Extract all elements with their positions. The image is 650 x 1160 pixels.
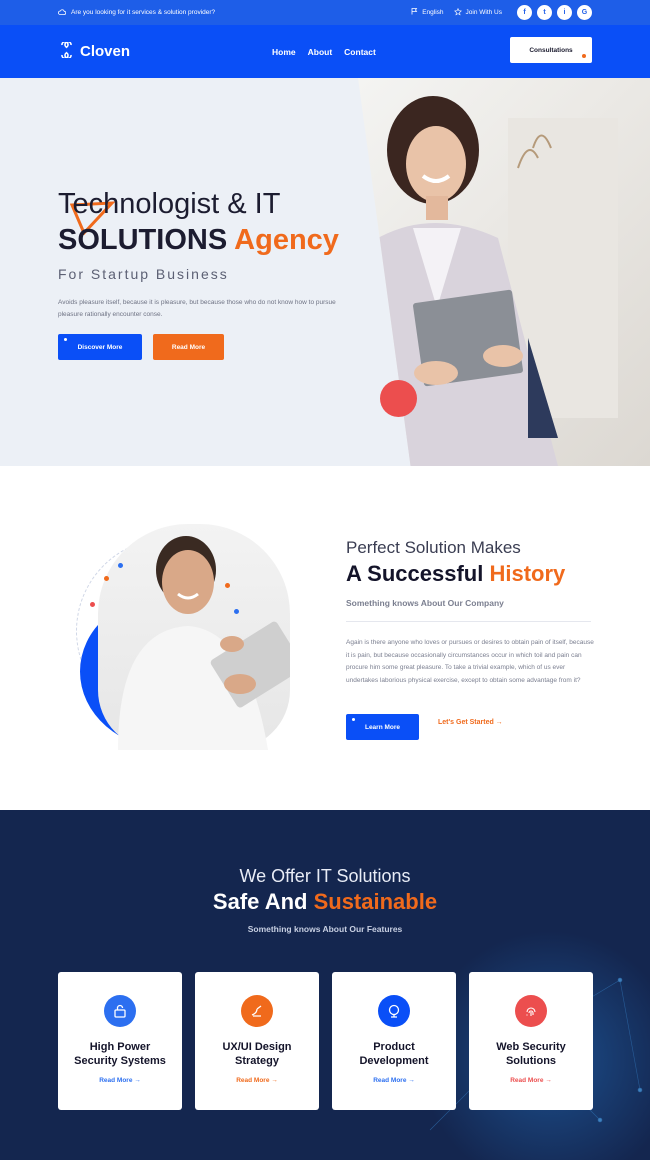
hero-title-line1: Technologist & IT: [58, 188, 281, 220]
hero-subtitle: For Startup Business: [58, 266, 229, 282]
consultations-button[interactable]: Consultations: [510, 37, 592, 63]
decorative-dot: [90, 602, 95, 607]
service-title-line1: Web Security: [496, 1041, 566, 1053]
services-tagline: Something knows About Our Features: [247, 924, 403, 934]
decorative-dot: [64, 338, 67, 341]
service-card-title: High Power Security Systems: [58, 1040, 182, 1068]
services-heading: Safe And Sustainable: [0, 889, 650, 915]
about-heading-light: Perfect Solution Makes: [346, 538, 521, 557]
language-link[interactable]: English: [411, 8, 444, 17]
star-icon: [453, 7, 462, 18]
globe-icon: [378, 995, 410, 1027]
cloud-icon: [58, 8, 67, 17]
decorative-dot: [118, 563, 123, 568]
design-icon: [241, 995, 273, 1027]
decorative-dot: [104, 576, 109, 581]
service-title-line1: UX/UI Design: [222, 1041, 292, 1053]
language-label: English: [422, 9, 444, 16]
about-tagline: Something knows About Our Company: [346, 598, 504, 608]
top-bar: Are you looking for it services & soluti…: [0, 0, 650, 25]
services-section: We Offer IT Solutions Safe And Sustainab…: [0, 810, 650, 1160]
service-card-websecurity[interactable]: Web Security Solutions Read More →: [469, 972, 593, 1110]
decorative-dot: [582, 54, 586, 58]
discover-more-label: Discover More: [77, 343, 123, 351]
service-card-title: Web Security Solutions: [469, 1040, 593, 1068]
decorative-dot: [225, 583, 230, 588]
service-title-line2: Strategy: [234, 1055, 280, 1067]
decorative-dot: [234, 609, 239, 614]
about-paragraph: Again is there anyone who loves or pursu…: [346, 639, 594, 684]
service-title-line1: High Power: [89, 1041, 151, 1053]
service-read-more-link[interactable]: Read More →: [195, 1077, 319, 1084]
service-card-product[interactable]: Product Development Read More →: [332, 972, 456, 1110]
facebook-icon[interactable]: f: [517, 5, 532, 20]
decorative-dot: [352, 718, 355, 721]
hero-paragraph: Avoids pleasure itself, because it is pl…: [58, 299, 336, 318]
service-read-more-link[interactable]: Read More →: [58, 1077, 182, 1084]
discover-more-button[interactable]: Discover More: [58, 334, 142, 360]
service-title-line2: Solutions: [505, 1055, 557, 1067]
service-title-line2: Security Systems: [74, 1055, 166, 1067]
instagram-icon[interactable]: i: [557, 5, 572, 20]
about-heading-dark: A Successful: [346, 561, 484, 586]
service-card-title: UX/UI Design Strategy: [195, 1040, 319, 1068]
join-link[interactable]: Join With Us: [453, 7, 502, 18]
nav-contact[interactable]: Contact: [344, 47, 376, 57]
logo[interactable]: Cloven: [58, 40, 131, 62]
hero-title-dark: SOLUTIONS: [58, 224, 228, 256]
divider: [346, 621, 591, 622]
read-more-button[interactable]: Read More: [153, 334, 224, 360]
top-bar-question: Are you looking for it services & soluti…: [58, 8, 216, 17]
service-title-line2: Development: [359, 1055, 429, 1067]
hero-title-accent: Agency: [234, 224, 339, 256]
join-label: Join With Us: [465, 9, 502, 16]
learn-more-button[interactable]: Learn More: [346, 714, 419, 740]
about-heading: A Successful History: [346, 561, 565, 587]
lets-get-started-link[interactable]: Let's Get Started →: [438, 719, 503, 726]
service-card-uxui[interactable]: UX/UI Design Strategy Read More →: [195, 972, 319, 1110]
main-nav: Home About Contact: [272, 25, 376, 78]
fingerprint-icon: [515, 995, 547, 1027]
google-icon[interactable]: G: [577, 5, 592, 20]
nav-home[interactable]: Home: [272, 47, 296, 57]
about-heading-accent: History: [489, 561, 566, 586]
service-read-more-link[interactable]: Read More →: [469, 1077, 593, 1084]
services-heading-dark: Safe And: [212, 889, 308, 914]
hero-title-line2: SOLUTIONS Agency: [58, 222, 339, 258]
nav-about[interactable]: About: [308, 47, 333, 57]
services-heading-light: We Offer IT Solutions: [239, 866, 411, 886]
consultations-label: Consultations: [529, 46, 573, 54]
flag-icon: [411, 8, 418, 17]
decorative-red-circle: [380, 380, 417, 417]
twitter-icon[interactable]: t: [537, 5, 552, 20]
service-read-more-link[interactable]: Read More →: [332, 1077, 456, 1084]
service-card-security[interactable]: High Power Security Systems Read More →: [58, 972, 182, 1110]
logo-text: Cloven: [80, 43, 131, 60]
hero-section: Technologist & IT SOLUTIONS Agency For S…: [0, 78, 650, 466]
about-section: Perfect Solution Makes A Successful Hist…: [0, 466, 650, 810]
services-heading-accent: Sustainable: [313, 889, 438, 914]
lock-icon: [104, 995, 136, 1027]
read-more-label: Read More: [171, 343, 206, 351]
top-bar-question-text: Are you looking for it services & soluti…: [71, 9, 216, 16]
about-man-image: [98, 524, 304, 750]
main-header: Cloven Home About Contact Consultations: [0, 25, 650, 78]
logo-icon: [58, 40, 75, 62]
service-title-line1: Product: [373, 1041, 415, 1053]
learn-more-label: Learn More: [364, 723, 401, 731]
service-card-title: Product Development: [332, 1040, 456, 1068]
